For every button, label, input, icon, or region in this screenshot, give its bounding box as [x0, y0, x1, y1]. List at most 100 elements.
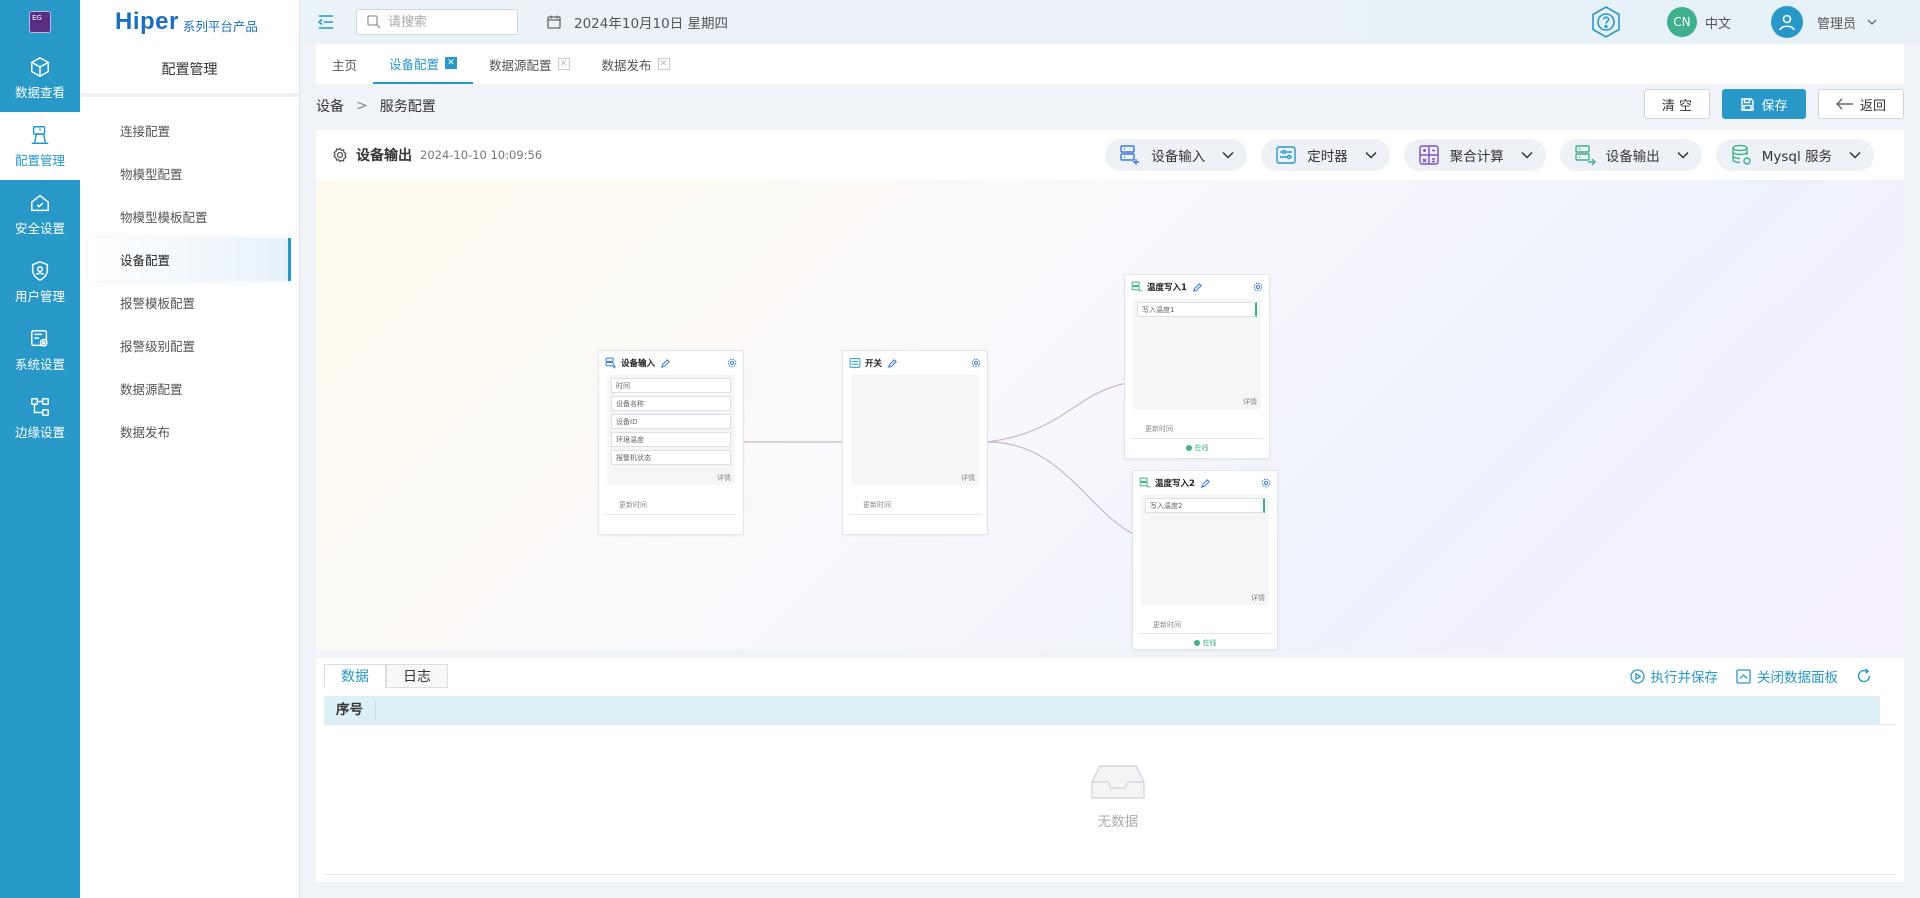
tool-device-output[interactable]: 设备输出 — [1559, 139, 1702, 171]
back-button[interactable]: 返回 — [1818, 89, 1904, 119]
refresh-button[interactable] — [1856, 668, 1878, 684]
rail-item-system[interactable]: 系统设置 — [0, 316, 80, 384]
sidebar-item-datasource[interactable]: 数据源配置 — [88, 367, 291, 410]
device-output-icon — [1575, 145, 1596, 166]
edit-icon[interactable] — [661, 358, 670, 368]
node-temp-write-2[interactable]: 温度写入2 写入温度2 详情 更新时间 在线 — [1132, 470, 1278, 650]
rail-item-data-view[interactable]: 数据查看 — [0, 44, 80, 112]
device-output-icon — [1139, 477, 1151, 488]
calculator-icon — [1419, 145, 1439, 165]
tab-home[interactable]: 主页 — [316, 44, 373, 84]
save-icon — [1741, 97, 1755, 111]
flow-canvas[interactable]: 设备输入 时间 设备名称 设备ID 环境温度 报警机状态 详情 更新时间 开关 — [316, 180, 1904, 650]
data-tabs: 数据 日志 — [324, 664, 448, 688]
node-detail-link[interactable]: 详情 — [1251, 593, 1265, 603]
sidebar-item-device-config[interactable]: 设备配置 — [88, 238, 291, 281]
sidebar-item-thing-model-template[interactable]: 物模型模板配置 — [88, 195, 291, 238]
app-logo[interactable]: EG — [0, 0, 80, 44]
close-icon[interactable]: ✕ — [557, 58, 570, 70]
breadcrumb-root[interactable]: 设备 — [316, 96, 344, 116]
node-field[interactable]: 环境温度 — [611, 432, 731, 447]
help-icon[interactable] — [1589, 5, 1623, 39]
node-divider — [849, 514, 981, 515]
tool-timer[interactable]: 定时器 — [1261, 139, 1390, 171]
node-field[interactable]: 写入温度1 — [1137, 302, 1257, 317]
node-detail-link[interactable]: 详情 — [1243, 397, 1257, 407]
rail-item-edge[interactable]: 边缘设置 — [0, 384, 80, 452]
edit-icon[interactable] — [1200, 478, 1210, 488]
node-temp-write-1[interactable]: 温度写入1 写入温度1 详情 更新时间 在线 — [1124, 274, 1270, 459]
brand: Hiper 系列平台产品 — [80, 0, 299, 44]
node-title: 开关 — [865, 359, 883, 369]
tool-aggregate[interactable]: 聚合计算 — [1403, 139, 1546, 171]
status-badge: 在线 — [1125, 443, 1269, 453]
user-shield-icon — [31, 260, 49, 281]
avatar[interactable] — [1770, 6, 1803, 38]
arrow-left-icon — [1835, 98, 1853, 110]
sidebar-item-alarm-template[interactable]: 报警模板配置 — [88, 281, 291, 324]
data-actions: 执行并保存 关闭数据面板 — [1612, 666, 1879, 686]
node-switch[interactable]: 开关 详情 更新时间 — [842, 350, 988, 535]
sidebar-item-data-publish[interactable]: 数据发布 — [88, 410, 291, 453]
rail-item-users[interactable]: 用户管理 — [0, 248, 80, 316]
tab-log[interactable]: 日志 — [386, 664, 448, 688]
edit-icon[interactable] — [1192, 282, 1202, 292]
tab-datasource-config[interactable]: 数据源配置 ✕ — [473, 44, 586, 84]
tab-data-publish[interactable]: 数据发布 ✕ — [586, 44, 686, 84]
switch-icon — [849, 358, 861, 368]
save-button[interactable]: 保存 — [1722, 89, 1806, 119]
search-box[interactable] — [356, 9, 518, 35]
breadcrumb-current: 服务配置 — [379, 99, 436, 115]
node-field[interactable]: 设备名称 — [611, 396, 731, 411]
node-field[interactable]: 写入温度2 — [1145, 498, 1265, 513]
language-text[interactable]: 中文 — [1705, 13, 1731, 32]
tab-device-config[interactable]: 设备配置 ✕ — [373, 44, 474, 84]
table-divider — [324, 724, 1896, 725]
gear-icon[interactable] — [1253, 282, 1263, 292]
clear-button[interactable]: 清 空 — [1644, 89, 1710, 119]
close-icon[interactable]: ✕ — [657, 58, 670, 70]
rail-item-security[interactable]: 安全设置 — [0, 180, 80, 248]
breadcrumb: 设备 > 服务配置 — [316, 96, 436, 116]
chevron-down-icon[interactable] — [1866, 16, 1878, 28]
execute-save-button[interactable]: 执行并保存 — [1629, 666, 1718, 686]
gear-icon[interactable] — [1261, 478, 1271, 488]
node-field[interactable]: 时间 — [611, 378, 731, 393]
node-title: 温度写入1 — [1147, 283, 1187, 293]
node-field[interactable]: 设备ID — [611, 414, 731, 429]
menu-collapse-icon[interactable] — [316, 12, 336, 32]
node-detail-link[interactable]: 详情 — [717, 473, 731, 483]
page-tabs: 主页 设备配置 ✕ 数据源配置 ✕ 数据发布 ✕ — [316, 44, 1904, 84]
table-header: 序号 — [324, 696, 1880, 724]
sidebar-item-thing-model[interactable]: 物模型配置 — [88, 152, 291, 195]
node-toolbar: 设备输入 定时器 聚合计算 设备输出 Mysql 服务 — [1105, 139, 1874, 171]
sidebar-item-alarm-level[interactable]: 报警级别配置 — [88, 324, 291, 367]
tool-mysql[interactable]: Mysql 服务 — [1715, 139, 1874, 171]
rail-item-config[interactable]: 配置管理 — [0, 112, 80, 180]
current-date: 2024年10月10日 星期四 — [546, 12, 728, 32]
language-badge[interactable]: CN — [1666, 7, 1697, 37]
close-icon[interactable]: ✕ — [445, 57, 458, 69]
close-data-panel-button[interactable]: 关闭数据面板 — [1736, 666, 1838, 686]
config-icon — [31, 125, 49, 144]
node-device-input[interactable]: 设备输入 时间 设备名称 设备ID 环境温度 报警机状态 详情 更新时间 — [598, 350, 744, 535]
gear-icon — [333, 147, 347, 163]
gear-icon[interactable] — [727, 358, 737, 368]
gear-icon[interactable] — [971, 358, 981, 368]
user-name[interactable]: 管理员 — [1817, 13, 1856, 32]
sidebar-item-connection[interactable]: 连接配置 — [88, 109, 291, 152]
status-dot — [1185, 445, 1192, 451]
column-header[interactable]: 序号 — [324, 700, 376, 720]
brand-subtitle: 系列平台产品 — [182, 18, 258, 34]
node-update-time: 更新时间 — [619, 501, 647, 509]
edge-network-icon — [31, 397, 49, 416]
tab-data[interactable]: 数据 — [324, 664, 386, 688]
data-panel: 数据 日志 执行并保存 关闭数据面板 序号 无数据 — [316, 658, 1904, 882]
search-input[interactable] — [386, 13, 506, 31]
tool-device-input[interactable]: 设备输入 — [1105, 139, 1248, 171]
edit-icon[interactable] — [888, 358, 897, 368]
node-detail-link[interactable]: 详情 — [961, 473, 975, 483]
play-circle-icon — [1629, 668, 1645, 684]
breadcrumb-separator: > — [356, 98, 368, 114]
node-field[interactable]: 报警机状态 — [611, 450, 731, 465]
